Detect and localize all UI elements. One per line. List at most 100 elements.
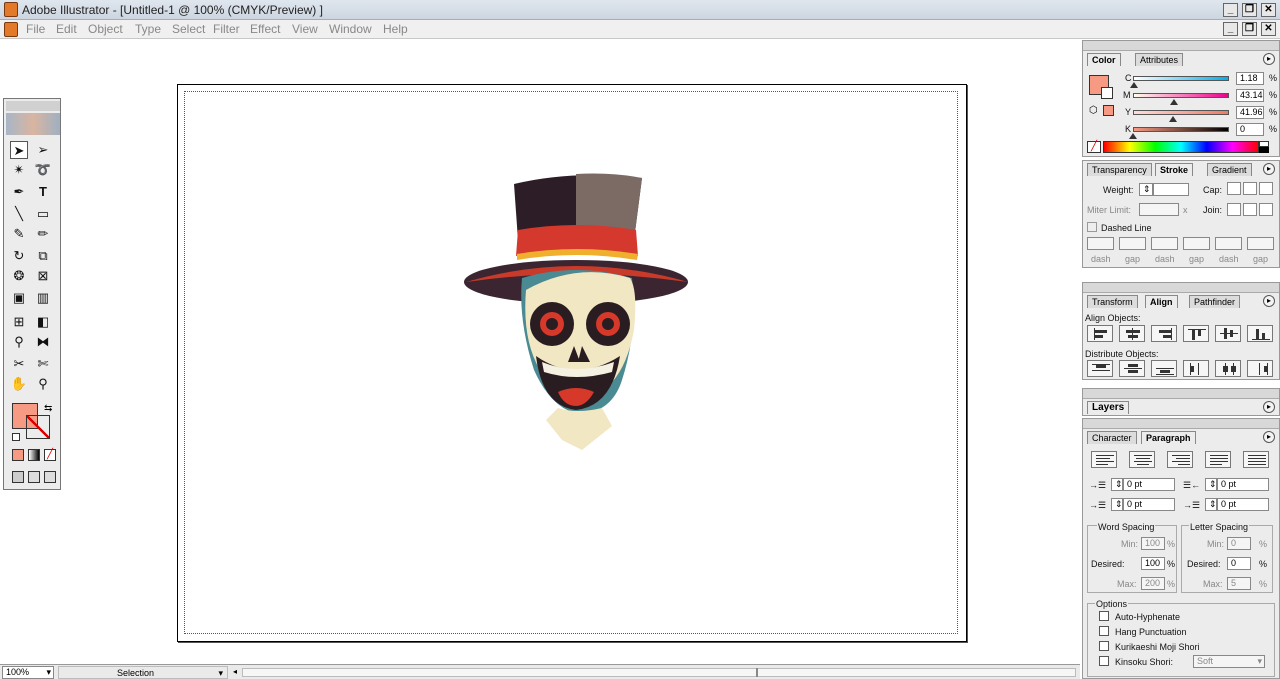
kinsoku-checkbox[interactable] [1099,656,1109,666]
color-panel-menu-icon[interactable]: ▸ [1263,53,1275,65]
vertical-distribute-bottom-icon[interactable] [1151,360,1177,377]
free-transform-tool-icon[interactable]: ⊠ [34,267,52,285]
doc-minimize-icon[interactable]: _ [1223,22,1238,36]
vertical-align-bottom-icon[interactable] [1247,325,1273,342]
vertical-distribute-top-icon[interactable] [1087,360,1113,377]
scroll-left-icon[interactable]: ◂ [230,666,240,679]
right-indent-stepper[interactable]: ⇕ [1205,478,1217,491]
horizontal-align-right-icon[interactable] [1151,325,1177,342]
menu-view[interactable]: View [292,22,318,36]
horizontal-align-left-icon[interactable] [1087,325,1113,342]
tab-transparency[interactable]: Transparency [1087,163,1152,176]
round-join-icon[interactable] [1243,203,1257,216]
none-color-icon[interactable]: ╱ [1087,141,1101,153]
vertical-distribute-center-icon[interactable] [1119,360,1145,377]
doc-restore-icon[interactable]: ❐ [1242,22,1257,36]
butt-cap-icon[interactable] [1227,182,1241,195]
rectangle-tool-icon[interactable]: ▭ [34,205,52,223]
type-tool-icon[interactable]: T [34,183,52,201]
miter-join-icon[interactable] [1227,203,1241,216]
space-before-input[interactable]: 0 pt [1217,498,1269,511]
paragraph-panel-header[interactable] [1083,419,1279,429]
stroke-color-swatch[interactable] [1101,87,1113,99]
current-tool-display[interactable]: Selection ▾ [58,666,228,679]
tab-stroke[interactable]: Stroke [1155,163,1194,176]
skull-artwork[interactable] [462,170,692,455]
black-color-swatch[interactable] [1259,147,1269,153]
tab-color[interactable]: Color [1087,53,1121,66]
tab-character[interactable]: Character [1087,431,1137,444]
doc-close-icon[interactable]: ✕ [1261,22,1276,36]
selection-tool-icon[interactable]: ➤ [10,141,28,159]
space-before-stepper[interactable]: ⇕ [1205,498,1217,511]
left-indent-input[interactable]: 0 pt [1123,478,1175,491]
minimize-icon[interactable]: _ [1223,3,1238,17]
cyan-field[interactable]: 1.18 [1236,72,1264,85]
kurikaeshi-checkbox[interactable] [1099,641,1109,651]
letter-desired-input[interactable]: 0 [1227,557,1251,570]
menu-help[interactable]: Help [383,22,408,36]
color-spectrum-bar[interactable] [1103,141,1259,153]
first-line-indent-input[interactable]: 0 pt [1123,498,1175,511]
cyan-slider[interactable] [1133,76,1229,81]
stroke-panel-menu-icon[interactable]: ▸ [1263,163,1275,175]
color-mode-icon[interactable] [12,449,24,461]
rotate-tool-icon[interactable]: ↻ [10,247,28,265]
align-right-text-icon[interactable] [1167,451,1193,468]
blend-tool-icon[interactable]: ⧓ [34,333,52,351]
justify-all-text-icon[interactable] [1243,451,1269,468]
menu-effect[interactable]: Effect [250,22,280,36]
document-icon[interactable] [4,22,18,37]
dashed-line-checkbox[interactable] [1087,222,1097,232]
align-panel-menu-icon[interactable]: ▸ [1263,295,1275,307]
tab-layers[interactable]: Layers [1087,401,1130,414]
horizontal-scrollbar[interactable] [242,668,1076,677]
right-indent-input[interactable]: 0 pt [1217,478,1269,491]
symbol-sprayer-tool-icon[interactable]: ▣ [10,289,28,307]
menu-type[interactable]: Type [135,22,161,36]
justify-text-icon[interactable] [1205,451,1231,468]
gap-field-3[interactable] [1247,237,1274,250]
tab-attributes[interactable]: Attributes [1135,53,1184,66]
bevel-join-icon[interactable] [1259,203,1273,216]
letter-min-input[interactable]: 0 [1227,537,1251,550]
toolbox-header[interactable] [6,101,60,111]
color-panel-header[interactable] [1083,41,1279,51]
out-of-gamut-icon[interactable]: ⬡ [1089,105,1098,116]
standard-screen-mode-icon[interactable] [12,471,24,483]
vertical-align-center-icon[interactable] [1215,325,1241,342]
miter-limit-input[interactable] [1139,203,1179,216]
menu-edit[interactable]: Edit [56,22,77,36]
kinsoku-select[interactable]: Soft ▾ [1193,655,1265,668]
gamut-swatch[interactable] [1103,105,1114,116]
horizontal-align-center-icon[interactable] [1119,325,1145,342]
paintbrush-tool-icon[interactable]: ✎ [10,225,28,243]
magenta-slider-handle[interactable] [1170,99,1179,105]
menu-object[interactable]: Object [88,22,123,36]
align-panel-header[interactable] [1083,283,1279,293]
black-slider-handle[interactable] [1129,133,1137,139]
eyedropper-tool-icon[interactable]: ⚲ [10,333,28,351]
word-min-input[interactable]: 100 [1141,537,1165,550]
gradient-tool-icon[interactable]: ◧ [34,313,52,331]
menu-select[interactable]: Select [172,22,205,36]
vertical-align-top-icon[interactable] [1183,325,1209,342]
gap-field-1[interactable] [1119,237,1146,250]
hand-tool-icon[interactable]: ✋ [10,375,28,393]
projecting-cap-icon[interactable] [1259,182,1273,195]
word-max-input[interactable]: 200 [1141,577,1165,590]
tab-gradient[interactable]: Gradient [1207,163,1252,176]
dash-field-2[interactable] [1151,237,1178,250]
black-field[interactable]: 0 [1236,123,1264,136]
horizontal-distribute-left-icon[interactable] [1183,360,1209,377]
direct-selection-tool-icon[interactable]: ➢ [34,141,52,159]
menu-filter[interactable]: Filter [213,22,240,36]
graph-tool-icon[interactable]: ▥ [34,289,52,307]
weight-input[interactable] [1153,183,1189,196]
menu-window[interactable]: Window [329,22,372,36]
round-cap-icon[interactable] [1243,182,1257,195]
pen-tool-icon[interactable]: ✒ [10,183,28,201]
restore-icon[interactable]: ❐ [1242,3,1257,17]
first-line-indent-stepper[interactable]: ⇕ [1111,498,1123,511]
mesh-tool-icon[interactable]: ⊞ [10,313,28,331]
